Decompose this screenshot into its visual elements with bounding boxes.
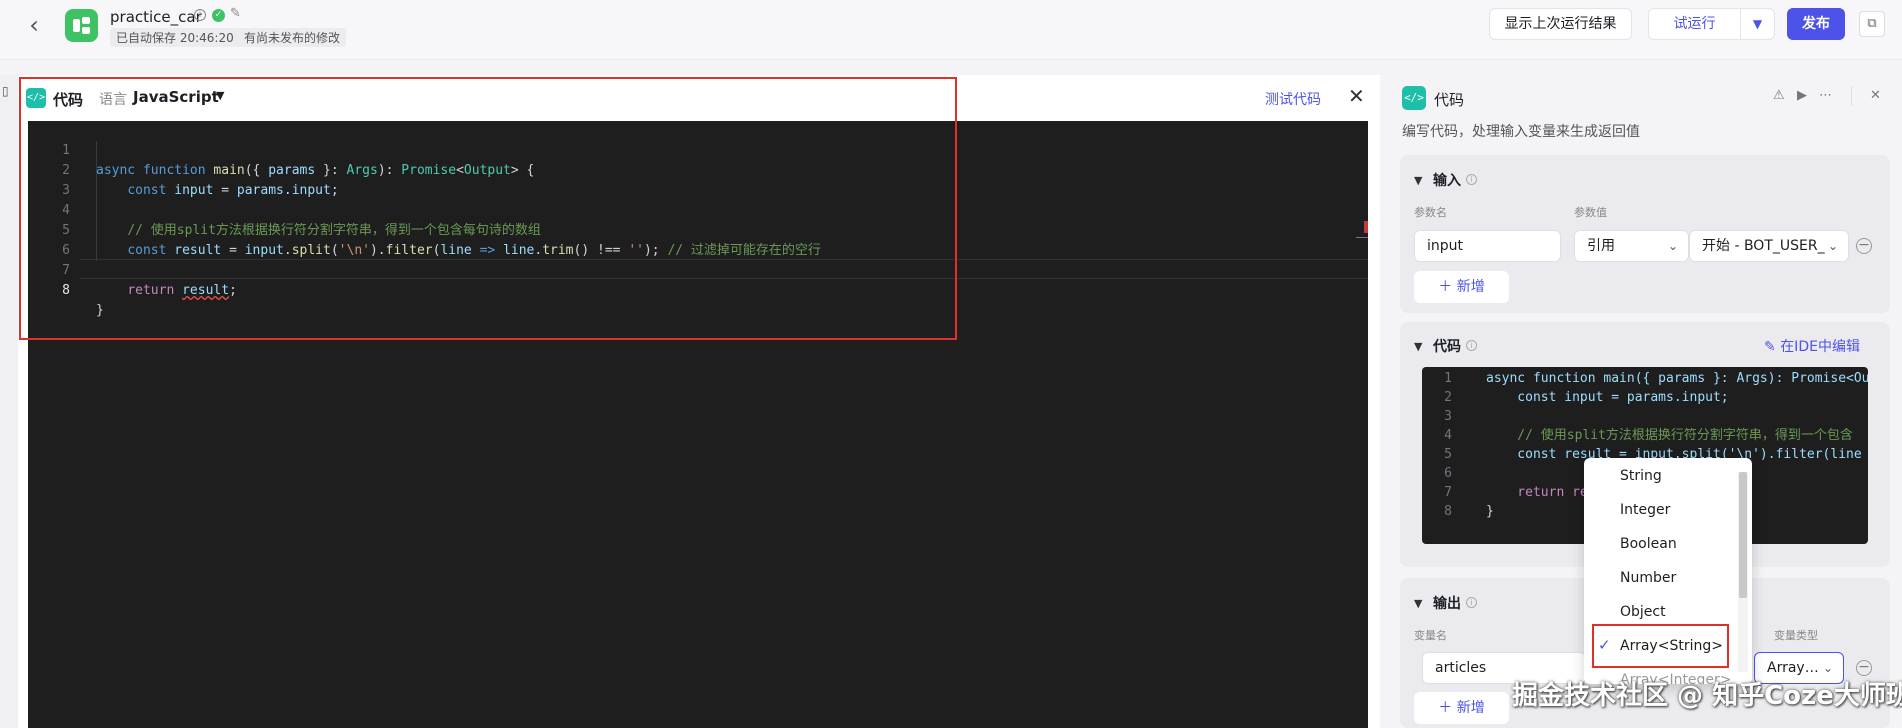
chevron-down-icon[interactable]: ▼ (1414, 597, 1422, 610)
add-output-button[interactable]: ＋ 新增 (1414, 692, 1509, 724)
type-option-integer[interactable]: Integer (1620, 502, 1670, 518)
type-option-boolean[interactable]: Boolean (1620, 536, 1677, 552)
param-name-header: 参数名 (1414, 206, 1447, 219)
info-icon[interactable]: i (1466, 174, 1477, 185)
chevron-down-icon[interactable]: ▼ (1414, 340, 1422, 353)
chevron-down-icon: ⌄ (1827, 239, 1838, 253)
var-name-header: 变量名 (1414, 629, 1447, 642)
input-section-title: 输入 (1433, 173, 1461, 189)
close-icon[interactable]: ✕ (1348, 84, 1365, 108)
show-last-result-button[interactable]: 显示上次运行结果 (1489, 8, 1632, 40)
left-gutter (0, 75, 18, 728)
edit-in-ide-link[interactable]: ✎ 在IDE中编辑 (1764, 336, 1860, 356)
output-section-title: 输出 (1433, 596, 1461, 612)
test-run-button[interactable]: 试运行 (1648, 8, 1741, 40)
remove-icon[interactable]: − (1856, 238, 1872, 254)
copy-icon[interactable]: ⧉ (1859, 11, 1885, 37)
param-value-header: 参数值 (1574, 206, 1607, 219)
close-icon[interactable]: ✕ (1870, 88, 1881, 103)
back-arrow-icon[interactable]: ‹ (20, 12, 48, 40)
info-icon[interactable]: i (194, 9, 206, 21)
var-type-header: 变量类型 (1774, 629, 1818, 642)
check-circle-icon: ✓ (212, 9, 225, 22)
type-option-string[interactable]: String (1620, 468, 1662, 484)
chevron-down-icon[interactable]: ▼ (1414, 174, 1422, 187)
app-logo-icon (65, 9, 98, 42)
chevron-down-icon: ⌄ (1667, 239, 1678, 253)
unpublished-badge: 有尚未发布的修改 (238, 28, 347, 47)
scroll-line (1356, 237, 1368, 238)
app-name: practice_car (110, 8, 202, 26)
type-option-object[interactable]: Object (1620, 604, 1666, 620)
ref-type-select[interactable]: 引用 ⌄ (1574, 230, 1689, 262)
test-code-link[interactable]: 测试代码 (1265, 89, 1321, 109)
code-section-title: 代码 (1433, 339, 1461, 355)
param-name-input[interactable]: input (1414, 230, 1561, 262)
node-title: 代码 (1434, 91, 1465, 109)
divider (1851, 86, 1852, 106)
annotation-highlight-box (1592, 624, 1729, 668)
auto-save-status: 已自动保存 20:46:20 (110, 28, 240, 47)
info-icon[interactable]: i (1466, 340, 1477, 351)
info-icon[interactable]: i (1466, 597, 1477, 608)
bug-icon[interactable]: ⚠ (1773, 88, 1785, 103)
annotation-highlight-box (19, 77, 957, 340)
ref-value-select[interactable]: 开始 - BOT_USER_ ⌄ (1689, 230, 1849, 262)
type-option-number[interactable]: Number (1620, 570, 1676, 586)
publish-button[interactable]: 发布 (1787, 8, 1845, 40)
more-icon[interactable]: ⋯ (1819, 88, 1832, 103)
caret-down-icon[interactable]: ▼ (1741, 8, 1775, 40)
watermark: 掘金技术社区 @ 知乎Coze大师班 (1512, 681, 1902, 711)
error-marker (1364, 221, 1368, 233)
dropdown-scroll-thumb[interactable] (1739, 472, 1747, 598)
edit-icon[interactable]: ✎ (230, 6, 241, 21)
node-description: 编写代码，处理输入变量来生成返回值 (1402, 124, 1640, 140)
panel-toggle-icon[interactable]: ▯ (2, 84, 9, 98)
play-icon[interactable]: ▶ (1797, 88, 1807, 103)
top-bar: ‹ practice_car i ✓ ✎ 已自动保存 20:46:20 有尚未发… (0, 0, 1902, 60)
add-input-button[interactable]: ＋ 新增 (1414, 271, 1509, 303)
remove-icon[interactable]: − (1856, 660, 1872, 676)
code-node-icon: </> (1402, 86, 1426, 110)
